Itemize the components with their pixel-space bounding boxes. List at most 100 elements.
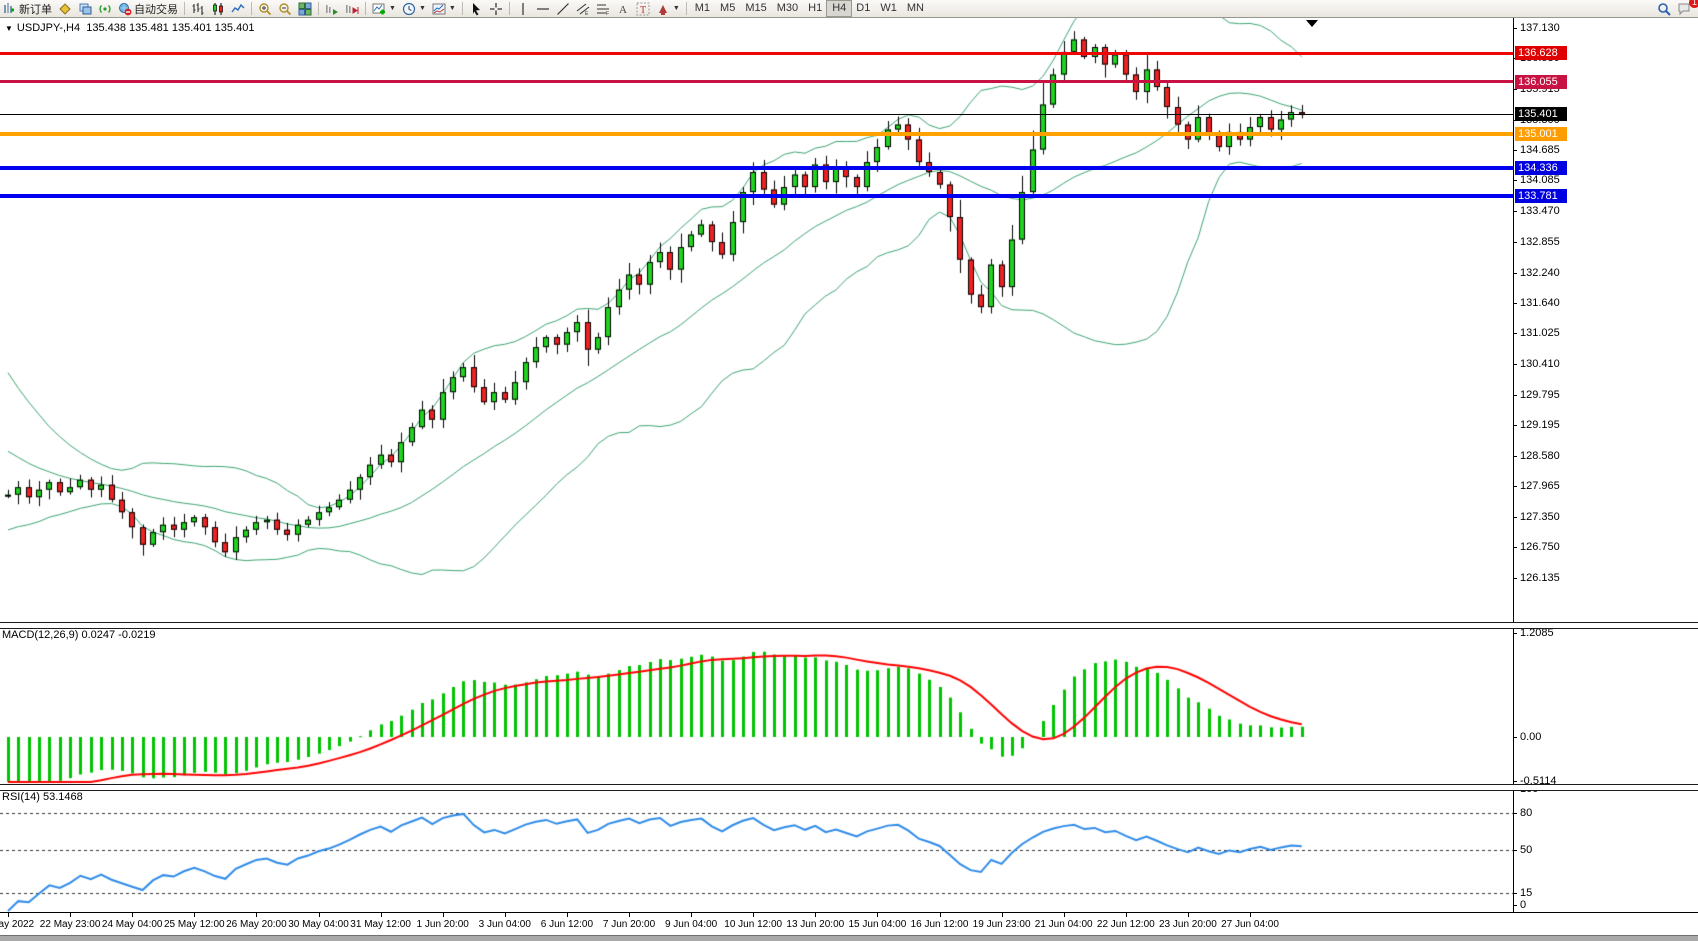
tile-windows-button[interactable] (295, 1, 315, 16)
timeframe-m5-button[interactable]: M5 (715, 1, 740, 16)
price-tick-label: 134.085 (1520, 174, 1560, 186)
price-tick-mark (1513, 180, 1517, 181)
price-tick-mark (1513, 517, 1517, 518)
time-tick-mark (1188, 913, 1189, 917)
timeframe-m1-button[interactable]: M1 (690, 1, 715, 16)
price-tick-mark (1513, 28, 1517, 29)
text-label-button[interactable]: T (633, 1, 653, 16)
trendline-button[interactable] (553, 1, 573, 16)
pane-splitter-macd[interactable] (0, 622, 1698, 629)
chartshift-icon (345, 2, 359, 16)
macd-tick-mark (1513, 737, 1517, 738)
signals-button[interactable] (95, 1, 115, 16)
macd-tick-mark (1513, 781, 1517, 782)
time-tick-mark (940, 913, 941, 917)
crosshair-icon (489, 2, 503, 16)
candles-icon (211, 2, 225, 16)
support-line-1[interactable] (0, 166, 1513, 170)
bar-chart-button[interactable] (188, 1, 208, 16)
price-tick-label: 137.130 (1520, 22, 1560, 34)
timeframe-h1-button[interactable]: H1 (803, 1, 827, 16)
time-tick-mark (194, 913, 195, 917)
symbol-period-label: USDJPY-,H4 (17, 22, 80, 34)
zoom-in-button[interactable] (255, 1, 275, 16)
bottom-strip (0, 935, 1698, 941)
chart-area[interactable]: ▼ USDJPY-,H4 135.438 135.481 135.401 135.… (0, 18, 1698, 941)
periods-button[interactable]: ▼ (399, 1, 429, 16)
resistance-line-2[interactable] (0, 80, 1513, 83)
resistance-line-1[interactable] (0, 52, 1513, 55)
arrows-icon (656, 2, 670, 16)
market-watch-button[interactable] (75, 1, 95, 16)
rsi-label: RSI(14) 53.1468 (2, 791, 83, 803)
timeframe-m30-button[interactable]: M30 (772, 1, 803, 16)
crosshair-button[interactable] (486, 1, 506, 16)
new-order-button[interactable]: 新订单 (0, 1, 55, 16)
support-line-2[interactable] (0, 194, 1513, 198)
rsi-canvas[interactable] (0, 789, 1513, 912)
time-tick-mark (1250, 913, 1251, 917)
timeframe-mn-button[interactable]: MN (902, 1, 929, 16)
macd-canvas[interactable] (0, 627, 1513, 784)
ohlc-values: 135.438 135.481 135.401 135.401 (86, 22, 254, 34)
price-tick-label: 126.750 (1520, 541, 1560, 553)
timeframe-d1-button[interactable]: D1 (851, 1, 875, 16)
rsi-tick-mark (1513, 905, 1517, 906)
current-price-line (0, 114, 1513, 115)
price-tick-label: 126.135 (1520, 572, 1560, 584)
templates-button[interactable]: ▼ (429, 1, 459, 16)
main-toolbar: 新订单自动交易▼▼▼EFAT▼M1M5M15M30H1H4D1W1MN1 (0, 0, 1698, 18)
equidistant-channel-button[interactable]: E (573, 1, 593, 16)
notifications-icon[interactable]: 1 (1674, 1, 1694, 16)
time-tick-mark (815, 913, 816, 917)
timeframe-h4-button[interactable]: H4 (827, 1, 851, 16)
zoom-out-button[interactable] (275, 1, 295, 16)
price-tick-mark (1513, 425, 1517, 426)
time-tick-mark (691, 913, 692, 917)
vertical-line-button[interactable] (513, 1, 533, 16)
caret-down-icon: ▼ (389, 5, 396, 12)
cursor-button[interactable] (466, 1, 486, 16)
chart-shift-button[interactable] (342, 1, 362, 16)
fibonacci-button[interactable]: F (593, 1, 613, 16)
price-tick-mark (1513, 364, 1517, 365)
price-tick-mark (1513, 456, 1517, 457)
profiles-button[interactable] (55, 1, 75, 16)
price-tick-label: 128.580 (1520, 450, 1560, 462)
svg-text:A: A (619, 4, 627, 16)
search-icon[interactable] (1654, 1, 1674, 16)
text-button[interactable]: A (613, 1, 633, 16)
time-tick-mark (1126, 913, 1127, 917)
timeframe-m15-button[interactable]: M15 (740, 1, 771, 16)
pivot-line[interactable] (0, 132, 1513, 136)
time-label: 9 Jun 04:00 (665, 919, 717, 930)
price-tick-label: 127.350 (1520, 511, 1560, 523)
price-tick-label: 132.240 (1520, 267, 1560, 279)
time-tick-mark (132, 913, 133, 917)
horizontal-line-button[interactable] (533, 1, 553, 16)
timeframe-w1-button[interactable]: W1 (875, 1, 902, 16)
time-label: 15 Jun 04:00 (848, 919, 906, 930)
clock-icon (402, 2, 416, 16)
indicators-icon (372, 2, 386, 16)
chevron-down-icon[interactable]: ▼ (5, 24, 13, 33)
chart-shift-marker[interactable] (1306, 20, 1318, 27)
rsi-tick-mark (1513, 893, 1517, 894)
indicators-button[interactable]: ▼ (369, 1, 399, 16)
new-order-button-label: 新订单 (19, 1, 52, 17)
pane-splitter-rsi[interactable] (0, 784, 1698, 791)
time-axis[interactable]: 9 May 202222 May 23:0024 May 04:0025 May… (0, 912, 1698, 936)
trend-icon (556, 2, 570, 16)
time-tick-mark (256, 913, 257, 917)
price-chart-canvas[interactable] (0, 18, 1513, 622)
line-chart-button[interactable] (228, 1, 248, 16)
price-tick-label: 131.640 (1520, 297, 1560, 309)
candlestick-chart-button[interactable] (208, 1, 228, 16)
time-label: 24 May 04:00 (102, 919, 163, 930)
auto-scroll-button[interactable] (322, 1, 342, 16)
autotrading-button[interactable]: 自动交易 (115, 1, 181, 16)
macd-label: MACD(12,26,9) 0.0247 -0.0219 (2, 629, 155, 641)
price-tick-mark (1513, 333, 1517, 334)
notification-badge: 1 (1689, 0, 1698, 8)
arrows-button[interactable]: ▼ (653, 1, 683, 16)
